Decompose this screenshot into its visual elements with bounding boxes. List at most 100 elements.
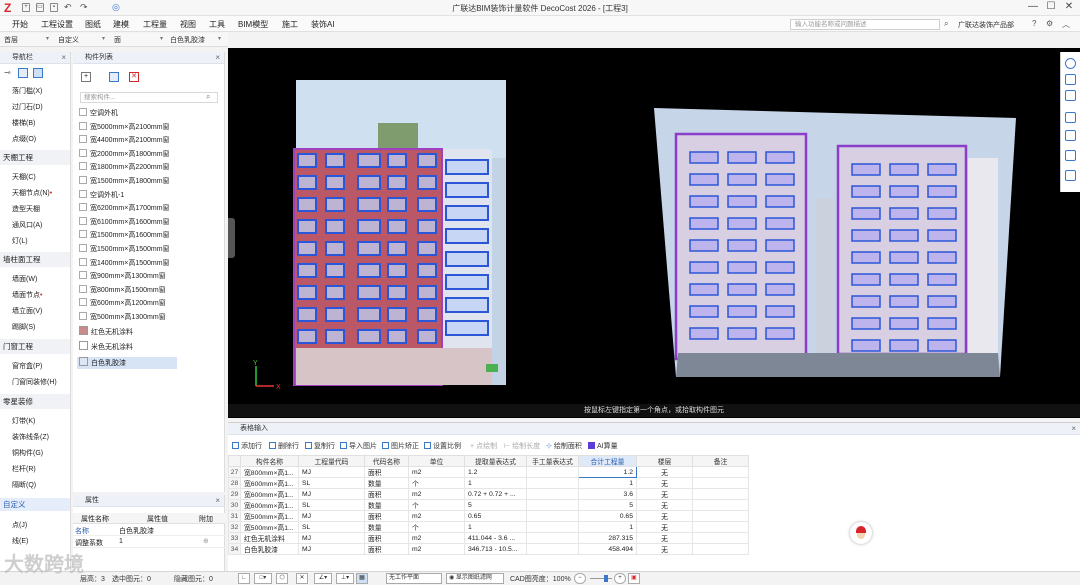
copy-component-icon[interactable] xyxy=(109,72,119,82)
checkbox[interactable] xyxy=(79,108,87,116)
cell-unit[interactable]: 个 xyxy=(408,499,465,511)
cell-manual[interactable] xyxy=(526,477,579,489)
cell-unit[interactable]: 个 xyxy=(408,477,465,489)
cell-manual[interactable] xyxy=(526,466,579,478)
cell-expression[interactable]: 0.72 + 0.72 + ... xyxy=(464,488,527,500)
slider-handle[interactable] xyxy=(604,575,608,582)
cell-manual[interactable] xyxy=(526,543,579,555)
material-item[interactable]: 米色无机涂料 xyxy=(79,341,133,353)
new-component-icon[interactable]: + xyxy=(81,72,91,82)
close-icon[interactable]: ✕ xyxy=(1062,1,1076,12)
cell-total[interactable]: 1 xyxy=(578,477,637,489)
nav-item-light[interactable]: 灯(L) xyxy=(12,236,28,246)
cell-remarks[interactable] xyxy=(692,477,749,489)
cell-floor[interactable]: 无 xyxy=(636,532,693,544)
cell-name[interactable]: 宽500mm×高1... xyxy=(240,521,299,533)
cell-name[interactable]: 宽800mm×高1... xyxy=(240,466,299,478)
floor-select[interactable]: 首层 xyxy=(4,35,18,45)
3d-view-icon[interactable] xyxy=(1065,112,1076,123)
table-row[interactable]: 33 红色无机涂料 MJ 面积 m2 411.044 - 3.6 ... 287.315 无 xyxy=(228,532,749,544)
menu-construction[interactable]: 施工 xyxy=(282,19,298,30)
set-scale-button[interactable]: 设置比例 xyxy=(424,441,461,451)
menu-modeling[interactable]: 建模 xyxy=(113,19,129,30)
image-correct-button[interactable]: 图片矫正 xyxy=(382,441,419,451)
prop-value[interactable]: 白色乳胶漆 xyxy=(119,526,154,536)
cell-floor[interactable]: 无 xyxy=(636,510,693,522)
nav-group-custom[interactable]: 自定义 xyxy=(0,498,70,511)
work-plane-select[interactable]: 无工作平面 xyxy=(386,573,442,584)
component-item[interactable]: 宽900mm×高1300mm窗 xyxy=(79,271,166,283)
material-select[interactable]: 白色乳胶漆 xyxy=(170,35,205,45)
menu-tools[interactable]: 工具 xyxy=(209,19,225,30)
cell-code[interactable]: SL xyxy=(298,521,365,533)
cell-name[interactable]: 红色无机涂料 xyxy=(240,532,299,544)
brand-link[interactable]: 广联达装饰产品部 xyxy=(958,20,1014,30)
cell-code-name[interactable]: 面积 xyxy=(364,532,409,544)
cell-code[interactable]: MJ xyxy=(298,543,365,555)
component-search-input[interactable]: 搜索构件... xyxy=(80,92,218,103)
nav-item-copper[interactable]: 铜构件(G) xyxy=(12,448,43,458)
checkbox[interactable] xyxy=(79,135,87,144)
checkbox[interactable] xyxy=(79,230,87,239)
prop-value[interactable]: 1 xyxy=(119,538,123,545)
component-item[interactable]: 宽4400mm×高2100mm窗 xyxy=(79,135,170,147)
assistant-avatar[interactable] xyxy=(850,522,872,544)
cell-code-name[interactable]: 数量 xyxy=(364,499,409,511)
checkbox[interactable] xyxy=(79,298,87,307)
menu-bim-model[interactable]: BIM模型 xyxy=(238,19,268,30)
checkbox[interactable] xyxy=(79,189,87,198)
prop-row-coefficient[interactable]: 调整系数 1 ⊕ xyxy=(73,536,225,548)
checkbox[interactable] xyxy=(79,148,87,157)
ai-quantity-button[interactable]: AI算量 xyxy=(588,441,618,451)
cell-code-name[interactable]: 数量 xyxy=(364,477,409,489)
nav-item-light-strip[interactable]: 灯带(K) xyxy=(12,416,35,426)
checkbox[interactable] xyxy=(79,203,87,212)
checkbox[interactable] xyxy=(79,271,87,280)
function-search-input[interactable]: 输入功能名称或问题描述 xyxy=(790,19,940,30)
cell-code-name[interactable]: 面积 xyxy=(364,488,409,500)
cell-code[interactable]: SL xyxy=(298,477,365,489)
drawing-viewport[interactable]: Y X xyxy=(228,48,1080,418)
component-item[interactable]: 宽600mm×高1200mm窗 xyxy=(79,298,166,310)
table-row[interactable]: 34 白色乳胶漆 MJ 面积 m2 346.713 - 10.5... 458.494 无 xyxy=(228,543,749,555)
table-row[interactable]: 30 宽600mm×高1... SL 数量个 5 5 无 xyxy=(228,499,749,511)
zoom-extents-icon[interactable] xyxy=(1065,130,1076,141)
component-item[interactable]: 宽1500mm×高1800mm窗 xyxy=(79,176,170,188)
nav-group-wall[interactable]: 墙柱面工程 xyxy=(0,252,70,267)
cell-expression[interactable]: 1 xyxy=(464,521,527,533)
brightness-slider[interactable] xyxy=(590,578,612,579)
report-icon[interactable] xyxy=(1065,170,1076,181)
nav-item-ceiling-node[interactable]: 天棚节点(N)• xyxy=(12,188,52,198)
cell-manual[interactable] xyxy=(526,521,579,533)
cell-name[interactable]: 白色乳胶漆 xyxy=(240,543,299,555)
cell-expression[interactable]: 0.65 xyxy=(464,510,527,522)
draw-area-button[interactable]: ⊹ 绘制面积 xyxy=(546,441,582,451)
cell-unit[interactable]: m2 xyxy=(408,532,465,544)
nav-item-threshold[interactable]: 落门槛(X) xyxy=(12,86,42,96)
nav-item-line[interactable]: 线(E) xyxy=(12,536,28,546)
cell-manual[interactable] xyxy=(526,488,579,500)
display-settings-icon[interactable] xyxy=(1065,150,1076,161)
nav-item-partition[interactable]: 隔断(Q) xyxy=(12,480,36,490)
cell-expression[interactable]: 411.044 - 3.6 ... xyxy=(464,532,527,544)
component-item[interactable]: 宽1800mm×高2200mm窗 xyxy=(79,162,170,174)
component-item[interactable]: 宽6200mm×高1700mm窗 xyxy=(79,203,170,215)
checkbox[interactable] xyxy=(79,312,87,320)
maximize-icon[interactable]: ☐ xyxy=(1044,1,1058,12)
cell-floor[interactable]: 无 xyxy=(636,477,693,489)
search-icon[interactable]: ⌕ xyxy=(944,19,948,29)
cell-floor[interactable]: 无 xyxy=(636,521,693,533)
nav-item-decor-line[interactable]: 装饰线条(Z) xyxy=(12,432,49,442)
cell-total[interactable]: 3.6 xyxy=(578,488,637,500)
menu-project-settings[interactable]: 工程设置 xyxy=(41,19,73,30)
nav-item-ceiling[interactable]: 天棚(C) xyxy=(12,172,36,182)
cross-icon[interactable]: ✕ xyxy=(296,573,308,584)
cell-unit[interactable]: m2 xyxy=(408,543,465,555)
cell-code-name[interactable]: 数量 xyxy=(364,521,409,533)
grid-icon[interactable]: ▦ xyxy=(356,573,368,584)
cell-expression[interactable]: 5 xyxy=(464,499,527,511)
nav-item-curtain-box[interactable]: 窗帘盒(P) xyxy=(12,361,42,371)
cell-total[interactable]: 1.2 xyxy=(578,466,637,478)
cell-total[interactable]: 5 xyxy=(578,499,637,511)
nav-group-door-window[interactable]: 门窗工程 xyxy=(0,339,70,354)
